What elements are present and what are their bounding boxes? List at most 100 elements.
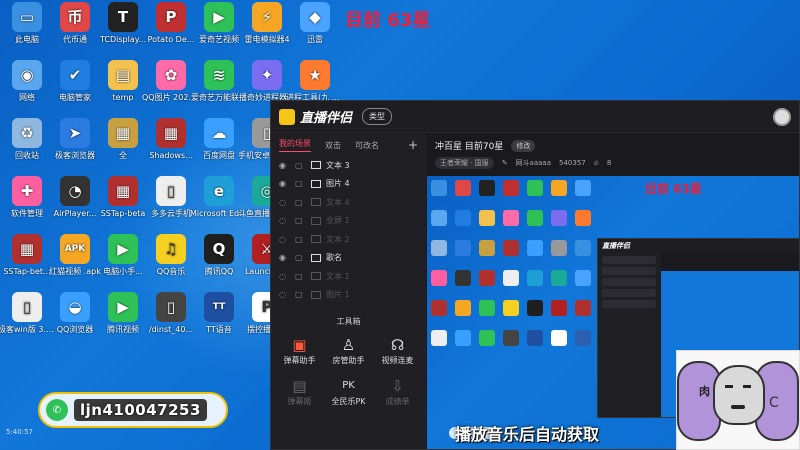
- tool-label: 成绩单: [385, 397, 410, 406]
- preview-nested-line: [602, 278, 656, 286]
- app-icon: TT: [204, 292, 234, 322]
- source-label: 图片 4: [326, 179, 350, 189]
- source-type-icon: [311, 290, 321, 299]
- preview-mini-icon: [455, 270, 471, 286]
- preview-mini-icon: [551, 180, 567, 196]
- meme-eye: [725, 385, 733, 388]
- room-title: 冲百星 目前70星 修改: [435, 139, 791, 152]
- eye-off-icon[interactable]: ◌: [279, 216, 289, 225]
- eye-off-icon[interactable]: ◌: [279, 272, 289, 281]
- preview-mini-icon: [575, 210, 591, 226]
- tool-label: 弹幕助手: [283, 356, 316, 365]
- room-category[interactable]: 王者荣耀 · 国服: [435, 157, 494, 169]
- app-icon: e: [204, 176, 234, 206]
- wechat-overlay: ✆ ljn410047253: [38, 392, 228, 428]
- room-id: 540357: [559, 159, 586, 167]
- eye-off-icon[interactable]: ◌: [279, 198, 289, 207]
- tool-button[interactable]: ▤ 弹幕姬: [275, 376, 324, 407]
- user-avatar[interactable]: [773, 107, 791, 126]
- lock-icon[interactable]: ▢: [295, 235, 305, 244]
- source-label: 歌名: [326, 253, 342, 263]
- type-selector[interactable]: 类型: [362, 108, 393, 125]
- app-icon: P: [156, 2, 186, 32]
- meme-eye: [743, 385, 751, 388]
- eye-icon[interactable]: ◉: [279, 161, 289, 170]
- tab-my-scene[interactable]: 我的场景: [279, 138, 311, 152]
- source-type-icon: [311, 253, 321, 262]
- source-row[interactable]: ◌ ▢ 图片 1: [271, 286, 426, 305]
- scene-panel: 我的场景 双击 可改名 + ◉ ▢ 文本 3 ◉ ▢ 图片 4 ◌ ▢ 文本 4 ◌ ▢ 全屏 1 ◌ ▢…: [271, 134, 426, 449]
- preview-nested-line: [602, 289, 656, 297]
- tool-button[interactable]: PK 全民乐PK: [324, 376, 373, 407]
- room-hot: 8: [606, 159, 612, 167]
- preview-mini-icon: [503, 300, 519, 316]
- preview-mini-icon: [431, 270, 447, 286]
- tool-button[interactable]: ▣ 弹幕助手: [275, 335, 324, 366]
- source-row[interactable]: ◉ ▢ 文本 3: [271, 156, 426, 175]
- add-scene-button[interactable]: +: [408, 138, 418, 152]
- tab-double-click[interactable]: 双击: [325, 140, 341, 151]
- lock-icon[interactable]: ▢: [295, 253, 305, 262]
- source-type-icon: [311, 216, 321, 225]
- app-icon: ▦: [108, 118, 138, 148]
- tool-button[interactable]: ⇩ 成绩单: [373, 376, 422, 407]
- tab-rename[interactable]: 可改名: [355, 140, 379, 151]
- app-icon: ▦: [12, 234, 42, 264]
- tool-button[interactable]: ☊ 视频连麦: [373, 335, 422, 366]
- source-row[interactable]: ◌ ▢ 文本 4: [271, 193, 426, 212]
- tool-button[interactable]: ♙ 房管助手: [324, 335, 373, 366]
- preview-mini-icon: [455, 300, 471, 316]
- preview-mini-icon: [527, 270, 543, 286]
- preview-nested-line: [602, 256, 656, 264]
- pencil-icon[interactable]: ✎: [502, 159, 508, 167]
- preview-mini-icon: [503, 180, 519, 196]
- source-label: 文本 1: [326, 271, 350, 281]
- app-icon: ▶: [204, 2, 234, 32]
- room-header: 冲百星 目前70星 修改 王者荣耀 · 国服 ✎ 网斗aaaaa 540357 …: [427, 134, 799, 174]
- desktop-icon[interactable]: ★进程工具(九 数据抓获): [286, 60, 344, 103]
- edit-title-button[interactable]: 修改: [511, 139, 536, 152]
- meme-text: 肉: [699, 385, 710, 398]
- eye-off-icon[interactable]: ◌: [279, 290, 289, 299]
- preview-mini-icon: [431, 330, 447, 346]
- preview-mini-icon: [503, 270, 519, 286]
- app-icon: T: [108, 2, 138, 32]
- lock-icon[interactable]: ▢: [295, 290, 305, 299]
- preview-nested-left: [598, 253, 660, 417]
- clock-text: 5:40:57: [6, 428, 33, 436]
- app-icon: ⚡: [252, 2, 282, 32]
- preview-mini-icon: [479, 180, 495, 196]
- lock-icon[interactable]: ▢: [295, 161, 305, 170]
- source-row[interactable]: ◌ ▢ 全屏 1: [271, 212, 426, 231]
- preview-mini-icon: [575, 180, 591, 196]
- app-icon: ▯: [12, 292, 42, 322]
- source-row[interactable]: ◌ ▢ 文本 2: [271, 230, 426, 249]
- toolbox-grid: ▣ 弹幕助手 ♙ 房管助手 ☊ 视频连麦 ▤ 弹幕姬 PK 全民乐PK ⇩ 成绩单: [271, 335, 426, 407]
- lock-icon[interactable]: ▢: [295, 179, 305, 188]
- preview-mini-icon: [527, 330, 543, 346]
- source-row[interactable]: ◉ ▢ 图片 4: [271, 175, 426, 194]
- app-titlebar: 直播伴侣 类型: [271, 101, 799, 133]
- eye-icon[interactable]: ◉: [279, 253, 289, 262]
- source-row[interactable]: ◌ ▢ 文本 1: [271, 267, 426, 286]
- eye-off-icon[interactable]: ◌: [279, 235, 289, 244]
- source-row[interactable]: ◉ ▢ 歌名: [271, 249, 426, 268]
- lock-icon[interactable]: ▢: [295, 198, 305, 207]
- preview-mini-icon: [551, 270, 567, 286]
- eye-icon[interactable]: ◉: [279, 179, 289, 188]
- room-meta: 王者荣耀 · 国服 ✎ 网斗aaaaa 540357 🔥︎ 8: [435, 157, 791, 169]
- preview-mini-icon: [575, 270, 591, 286]
- tool-icon: ▤: [292, 377, 307, 395]
- source-label: 图片 1: [326, 290, 350, 300]
- desktop-icon[interactable]: ◆ 迅雷: [286, 2, 344, 45]
- preview-mini-icon: [527, 300, 543, 316]
- lock-icon[interactable]: ▢: [295, 216, 305, 225]
- flame-icon: 🔥︎: [593, 158, 599, 167]
- app-icon: ➤: [60, 118, 90, 148]
- preview-mini-icon: [431, 300, 447, 316]
- tool-label: 房管助手: [332, 356, 365, 365]
- preview-mini-icon: [455, 180, 471, 196]
- source-type-icon: [311, 198, 321, 207]
- lock-icon[interactable]: ▢: [295, 272, 305, 281]
- tool-icon: ▣: [292, 336, 307, 354]
